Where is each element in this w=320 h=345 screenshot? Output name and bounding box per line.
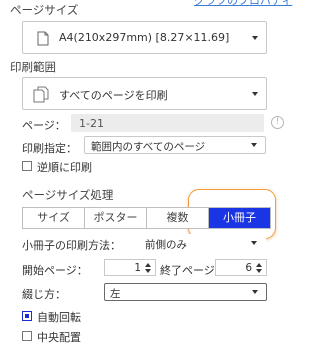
pages-value: 1-21 bbox=[79, 116, 104, 130]
pages-label: ページ： bbox=[22, 119, 66, 132]
start-page-label: 開始ページ： bbox=[22, 264, 88, 277]
chevron-down-icon bbox=[252, 35, 258, 40]
print-range-value: すべてのページを印刷 bbox=[59, 89, 168, 102]
pages-icon bbox=[33, 86, 49, 103]
end-page-stepper[interactable]: 6 bbox=[215, 259, 267, 276]
start-page-stepper[interactable]: 1 bbox=[104, 259, 156, 276]
auto-rotate-checkbox[interactable] bbox=[22, 311, 32, 321]
page-size-dropdown[interactable]: A4(210x297mm) [8.27×11.69] bbox=[22, 21, 267, 54]
print-spec-value: 範囲内のすべてのページ bbox=[91, 141, 206, 153]
end-page-value: 6 bbox=[245, 261, 252, 274]
page-handling-tabs: サイズ ポスター 複数 小冊子 bbox=[22, 207, 271, 229]
reverse-order-label: 逆順に印刷 bbox=[37, 161, 92, 174]
booklet-method-label: 小冊子の印刷方法： bbox=[22, 239, 121, 252]
start-page-value: 1 bbox=[134, 261, 141, 274]
tab-booklet[interactable]: 小冊子 bbox=[209, 208, 270, 228]
booklet-method-dropdown[interactable]: 前側のみ bbox=[140, 234, 266, 252]
tab-size[interactable]: サイズ bbox=[23, 208, 85, 228]
page-size-title: ページサイズ bbox=[10, 3, 79, 17]
print-range-title: 印刷範囲 bbox=[10, 60, 56, 74]
chevron-down-icon bbox=[252, 91, 258, 96]
reverse-order-checkbox[interactable] bbox=[22, 161, 32, 171]
tab-poster[interactable]: ポスター bbox=[85, 208, 147, 228]
stepper-arrows-icon[interactable] bbox=[145, 263, 151, 273]
auto-rotate-label: 自動回転 bbox=[37, 311, 81, 324]
print-spec-dropdown[interactable]: 範囲内のすべてのページ bbox=[84, 136, 266, 154]
booklet-method-value: 前側のみ bbox=[145, 239, 187, 251]
binding-value: 左 bbox=[110, 288, 121, 300]
info-icon[interactable]: ! bbox=[271, 116, 284, 129]
center-label: 中央配置 bbox=[37, 331, 81, 344]
page-size-value: A4(210x297mm) [8.27×11.69] bbox=[59, 31, 230, 44]
binding-dropdown[interactable]: 左 bbox=[104, 283, 267, 301]
print-spec-label: 印刷指定： bbox=[22, 142, 77, 155]
properties-link[interactable]: グラフのプロパティ bbox=[194, 0, 292, 8]
tab-multiple[interactable]: 複数 bbox=[147, 208, 209, 228]
print-range-dropdown[interactable]: すべてのページを印刷 bbox=[22, 77, 267, 110]
stepper-arrows-icon[interactable] bbox=[256, 263, 262, 273]
end-page-label: 終了ページ bbox=[160, 264, 215, 277]
chevron-down-icon bbox=[251, 143, 257, 147]
chevron-down-icon bbox=[251, 241, 257, 245]
document-icon bbox=[37, 31, 49, 46]
center-checkbox[interactable] bbox=[22, 331, 32, 341]
pages-field: 1-21 bbox=[71, 114, 264, 132]
binding-label: 綴じ方： bbox=[22, 288, 66, 301]
page-handling-title: ページサイズ処理 bbox=[22, 188, 114, 202]
chevron-down-icon bbox=[252, 290, 258, 294]
